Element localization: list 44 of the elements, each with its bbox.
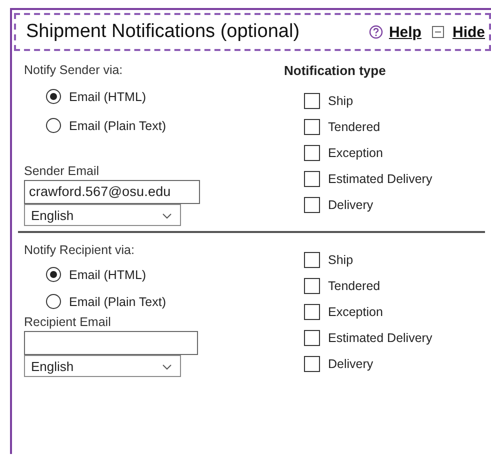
checkbox[interactable]	[304, 252, 320, 268]
notify-via-label: Notify Recipient via:	[24, 243, 136, 257]
checkbox-label: Tendered	[328, 120, 380, 134]
radio-button[interactable]	[46, 294, 61, 309]
checkbox[interactable]	[304, 278, 320, 294]
collapse-icon	[432, 26, 444, 38]
checkbox-label: Ship	[328, 94, 354, 108]
checkbox-label: Tendered	[328, 279, 380, 293]
email-label: Sender Email	[24, 164, 100, 178]
notify-via-label: Notify Sender via:	[24, 63, 124, 77]
checkbox[interactable]	[304, 330, 320, 346]
radio-label: Email (HTML)	[69, 90, 146, 104]
email-field[interactable]	[24, 331, 198, 355]
chevron-icon	[162, 364, 172, 370]
language-dropdown[interactable]: English	[24, 355, 181, 377]
help-icon	[368, 25, 383, 39]
notification-type-heading: Notification type	[284, 63, 387, 78]
checkbox[interactable]	[304, 171, 320, 187]
checkbox[interactable]	[304, 145, 320, 161]
radio-button[interactable]	[46, 118, 61, 133]
hide-link[interactable]: Hide	[452, 24, 485, 40]
radio-label: Email (Plain Text)	[69, 118, 166, 132]
radio-button[interactable]	[46, 267, 61, 282]
radio-label: Email (HTML)	[69, 268, 146, 282]
email-label: Recipient Email	[24, 315, 112, 329]
checkbox-label: Estimated Delivery	[328, 172, 432, 186]
chevron-icon	[162, 213, 172, 219]
radio-label: Email (Plain Text)	[69, 294, 166, 308]
checkbox-label: Exception	[328, 305, 383, 319]
checkbox[interactable]	[304, 304, 320, 320]
checkbox[interactable]	[304, 93, 320, 109]
checkbox-label: Ship	[328, 253, 354, 267]
checkbox[interactable]	[304, 356, 320, 372]
language-dropdown[interactable]: English	[24, 204, 181, 226]
checkbox[interactable]	[304, 197, 320, 213]
panel-title: Shipment Notifications (optional)	[26, 21, 300, 43]
checkbox-label: Delivery	[328, 357, 374, 371]
checkbox-label: Estimated Delivery	[328, 331, 432, 345]
radio-button[interactable]	[46, 89, 61, 104]
checkbox[interactable]	[304, 119, 320, 135]
checkbox-label: Exception	[328, 146, 383, 160]
email-field[interactable]: crawford.567@osu.edu	[24, 180, 200, 204]
help-link[interactable]: Help	[388, 24, 422, 40]
checkbox-label: Delivery	[328, 198, 374, 212]
